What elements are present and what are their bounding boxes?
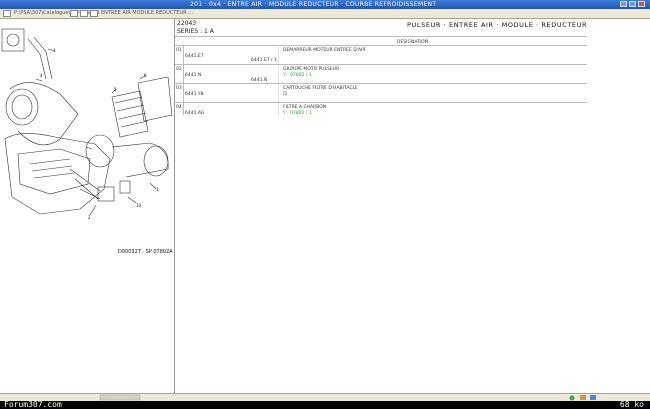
heater-body: [4, 133, 111, 215]
page-title: PULSEUR · ENTREE AIR · MODULE · REDUCTEU…: [407, 21, 588, 29]
model-series: SERIES : 1 A: [177, 28, 214, 35]
table-row[interactable]: 01 6441.E7 DEMARREUR MOTEUR ENTREE D'AIR…: [175, 46, 587, 64]
parts-pane: 22043 SERIES : 1 A PULSEUR · ENTREE AIR …: [175, 19, 650, 393]
charcoal-filter: [137, 76, 173, 122]
exploded-view-diagram: 1 2 4 5 6 10 3: [1, 28, 173, 220]
heater-core: [17, 148, 91, 195]
thumbnail-part: [6, 33, 20, 47]
row-description: GROUPE MOTO PULSEUR: [283, 67, 340, 72]
header-left: 22043 SERIES : 1 A: [177, 20, 214, 36]
row-description: DEMARREUR MOTEUR ENTREE D'AIR: [283, 48, 366, 53]
motor-flange: [85, 134, 115, 168]
callout-2: 2: [88, 215, 91, 220]
housing-outline: [9, 82, 79, 146]
row-number: 04: [176, 105, 182, 110]
row-reference[interactable]: 6441.AG: [185, 111, 204, 116]
leader-lines: [35, 48, 157, 216]
tray-icon: [590, 395, 596, 400]
online-status-icon: [569, 395, 575, 401]
window-titlebar: 201 · 0x4 · ENTRE AIR · MODULE REDUCTEUR…: [0, 0, 650, 9]
callout-6: 6: [144, 73, 147, 78]
status-field: [99, 394, 141, 401]
row-note: /1: [283, 92, 288, 97]
row-reference[interactable]: 6441.E7: [185, 54, 204, 59]
row-number: 01: [176, 48, 182, 53]
diagram-pane: 1 2 4 5 6 10 3 D00032T · SP 07802A: [0, 19, 175, 393]
callout-5: 5: [114, 87, 117, 92]
row-variant: Y : 07802 / 1: [283, 111, 312, 116]
save-icon[interactable]: [90, 10, 98, 17]
address-path: P:\PSA\307\Catalogue\... PULSEUR ENTREE …: [14, 10, 193, 16]
forum-watermark: Forum307.com: [4, 400, 62, 409]
taskbar: Forum307.com 68 ko: [0, 400, 650, 409]
row-description: CARTOUCHE FILTRE D'HABITACLE: [283, 86, 358, 91]
print-icon[interactable]: [70, 10, 78, 17]
table-row[interactable]: 02 6441.N GROUPE MOTO PULSEUR Y : 07802 …: [175, 65, 587, 83]
figure-caption: D00032T · SP 07802A: [118, 249, 173, 255]
filter-pleats: [114, 96, 149, 128]
resistor-module: [97, 186, 115, 202]
table-row[interactable]: 04 6441.AG FILTRE A CHARBON Y : 07802 / …: [175, 103, 587, 121]
core-fins: [29, 158, 75, 179]
row-variant: Y : 07802 / 1: [283, 73, 312, 78]
row-note: 6441.E7 / 1: [251, 58, 277, 63]
maximize-icon[interactable]: [629, 1, 636, 7]
minimize-icon[interactable]: [620, 1, 627, 7]
callout-4: 4: [40, 73, 43, 78]
callout-3: 3: [156, 187, 159, 192]
wiring-lines: [69, 168, 101, 200]
callout-1: 1: [53, 48, 56, 53]
zoom-icon[interactable]: [80, 10, 88, 17]
nav-back-icon[interactable]: [3, 10, 11, 17]
tray-icon: [580, 395, 586, 400]
row-number: 03: [176, 86, 182, 91]
blower-housing: [5, 88, 39, 126]
window-title: 201 · 0x4 · ENTRE AIR · MODULE REDUCTEUR…: [190, 1, 437, 8]
catalog-code: 22043: [177, 20, 197, 27]
close-icon[interactable]: [638, 1, 645, 7]
connector: [119, 180, 131, 194]
header-divider: [175, 36, 587, 37]
toolbar: P:\PSA\307\Catalogue\... PULSEUR ENTREE …: [0, 9, 650, 19]
table-row[interactable]: 03 6441.Y8 CARTOUCHE FILTRE D'HABITACLE …: [175, 84, 587, 102]
motor-shroud: [111, 142, 169, 178]
row-number: 02: [176, 67, 182, 72]
file-size: 68 ko: [619, 400, 644, 409]
thumbnail-frame: [1, 28, 25, 52]
row-reference[interactable]: 6441.Y8: [185, 92, 204, 97]
row-reference[interactable]: 6441.N: [185, 73, 201, 78]
row-description: FILTRE A CHARBON: [283, 105, 327, 110]
callout-10: 10: [136, 203, 142, 208]
blower-wheel: [11, 94, 33, 120]
